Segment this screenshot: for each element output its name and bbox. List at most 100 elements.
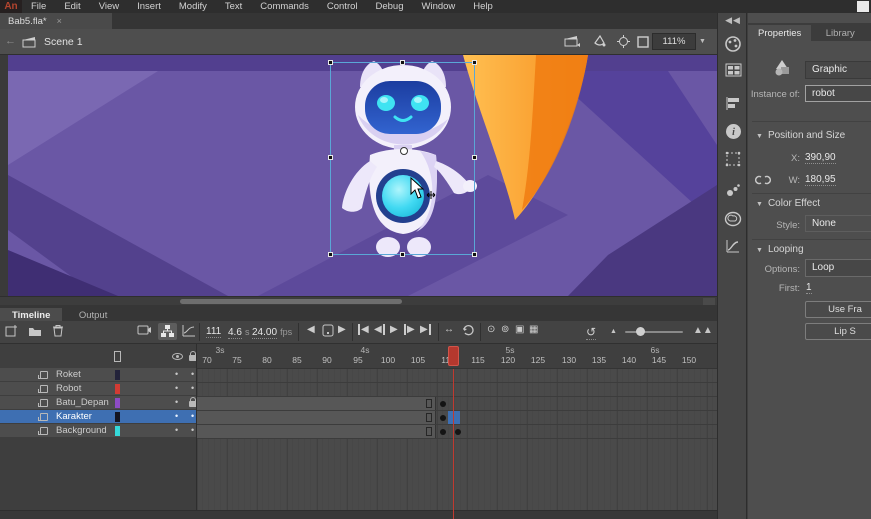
- stage-zoom-select[interactable]: 111%: [652, 33, 696, 50]
- loop-options-select[interactable]: Loop: [805, 259, 871, 277]
- clip-content-icon[interactable]: [637, 35, 649, 53]
- playhead[interactable]: [448, 346, 459, 366]
- center-stage-icon[interactable]: [617, 35, 630, 53]
- tab-properties[interactable]: Properties: [748, 25, 811, 43]
- frame-span[interactable]: [197, 397, 436, 410]
- visibility-dot[interactable]: •: [175, 383, 178, 393]
- timeline-zoom-slider[interactable]: [625, 331, 683, 333]
- delete-layer-button[interactable]: [52, 324, 64, 337]
- style-select[interactable]: None: [805, 215, 871, 232]
- visibility-dot[interactable]: •: [175, 369, 178, 379]
- layer-color-swatch[interactable]: [115, 398, 120, 408]
- layer-parenting-button[interactable]: [158, 323, 177, 340]
- layer-row-batu-depan[interactable]: Batu_Depan •: [0, 396, 196, 410]
- transformation-point[interactable]: [400, 147, 408, 155]
- playhead-line[interactable]: [453, 369, 454, 519]
- go-to-last-frame-button[interactable]: ▶: [420, 324, 431, 335]
- scene-name[interactable]: Scene 1: [44, 36, 83, 48]
- zoom-in-frames-icon[interactable]: ▲▲: [693, 325, 713, 336]
- color-panel-icon[interactable]: [718, 35, 748, 58]
- keyframe-dot[interactable]: [440, 415, 446, 421]
- selection-bounding-box[interactable]: [330, 62, 475, 255]
- loop-playback-button[interactable]: [461, 324, 475, 337]
- current-frame-field[interactable]: 111: [206, 326, 221, 338]
- keyframe-dot[interactable]: [440, 429, 446, 435]
- brush-library-panel-icon[interactable]: [718, 183, 748, 203]
- visibility-dot[interactable]: •: [175, 397, 178, 407]
- window-control-button[interactable]: [857, 1, 869, 12]
- menu-modify[interactable]: Modify: [170, 0, 216, 13]
- lock-dot[interactable]: •: [191, 411, 194, 421]
- transform-panel-icon[interactable]: [718, 151, 748, 172]
- first-frame-value[interactable]: 1: [806, 282, 812, 294]
- transform-handle[interactable]: [472, 60, 477, 65]
- menu-debug[interactable]: Debug: [367, 0, 413, 13]
- frame-ruler[interactable]: 3s 4s 5s 6s 70 75 80 85 90 95 100 105 11…: [196, 344, 717, 369]
- selected-frame[interactable]: [448, 411, 460, 424]
- visibility-dot[interactable]: •: [175, 425, 178, 435]
- frame-span[interactable]: [197, 425, 436, 438]
- stage-hscrollbar[interactable]: [0, 296, 717, 305]
- step-forward-one-frame-button[interactable]: ▶: [404, 324, 415, 335]
- frames-batu-depan[interactable]: [197, 397, 718, 411]
- go-to-first-frame-button[interactable]: ◀: [358, 324, 369, 335]
- zoom-out-frames-icon[interactable]: ▲: [610, 328, 617, 335]
- reset-timeline-zoom-button[interactable]: ↺: [586, 325, 596, 340]
- lip-syncing-button[interactable]: Lip S: [805, 323, 871, 340]
- elapsed-time-field[interactable]: 4.6 s: [228, 326, 249, 338]
- close-icon[interactable]: ×: [57, 16, 62, 26]
- menu-commands[interactable]: Commands: [251, 0, 318, 13]
- layer-row-roket[interactable]: Roket • •: [0, 368, 196, 382]
- edit-multiple-frames-button[interactable]: ▣: [515, 324, 524, 335]
- frames-robot[interactable]: [197, 383, 718, 397]
- edit-scene-icon[interactable]: [564, 34, 580, 53]
- transform-handle[interactable]: [400, 252, 405, 257]
- menu-file[interactable]: File: [22, 0, 55, 13]
- document-tab[interactable]: Bab5.fla*×: [0, 13, 112, 29]
- layer-row-background[interactable]: Background • •: [0, 424, 196, 438]
- w-value[interactable]: 180,95: [805, 174, 836, 186]
- menu-insert[interactable]: Insert: [128, 0, 170, 13]
- keyframe-dot[interactable]: [440, 401, 446, 407]
- align-panel-icon[interactable]: [718, 96, 748, 116]
- motion-editor-panel-icon[interactable]: [718, 239, 748, 259]
- back-arrow-icon[interactable]: ←: [5, 35, 16, 47]
- onion-skin-button[interactable]: ⊙: [487, 324, 495, 335]
- tab-library[interactable]: Library: [816, 25, 865, 43]
- stage-hscrollbar-thumb[interactable]: [180, 299, 402, 304]
- lock-dot[interactable]: •: [191, 369, 194, 379]
- outline-column-icon[interactable]: [114, 351, 121, 362]
- edit-symbols-icon[interactable]: [592, 34, 608, 53]
- symbol-type-select[interactable]: Graphic: [805, 61, 871, 79]
- lock-dot[interactable]: •: [191, 383, 194, 393]
- onion-skin-outlines-button[interactable]: ⊚: [501, 324, 509, 335]
- cc-libraries-panel-icon[interactable]: [718, 211, 748, 232]
- camera-button[interactable]: [137, 324, 152, 336]
- frames-karakter[interactable]: [197, 411, 718, 425]
- show-hide-all-icon[interactable]: [172, 353, 183, 360]
- layer-color-swatch[interactable]: [115, 426, 120, 436]
- transform-handle[interactable]: [472, 252, 477, 257]
- section-looping[interactable]: ▼Looping: [756, 244, 804, 255]
- lock-dot[interactable]: •: [191, 425, 194, 435]
- keyframe-dot[interactable]: [455, 429, 461, 435]
- layer-color-swatch[interactable]: [115, 412, 120, 422]
- timeline-zoom-knob[interactable]: [636, 327, 645, 336]
- transform-handle[interactable]: [400, 60, 405, 65]
- layer-color-swatch[interactable]: [115, 384, 120, 394]
- transform-handle[interactable]: [472, 155, 477, 160]
- frames-background[interactable]: [197, 425, 718, 439]
- menu-window[interactable]: Window: [413, 0, 465, 13]
- layer-row-robot[interactable]: Robot • •: [0, 382, 196, 396]
- step-back-one-frame-button[interactable]: ◀: [374, 324, 385, 335]
- menu-help[interactable]: Help: [464, 0, 502, 13]
- fps-field[interactable]: 24.00 fps: [252, 326, 292, 338]
- use-frame-picker-button[interactable]: Use Fra: [805, 301, 871, 318]
- new-layer-button[interactable]: [5, 324, 18, 337]
- modify-markers-button[interactable]: ▦: [529, 324, 538, 335]
- visibility-dot[interactable]: •: [175, 411, 178, 421]
- frames-grid[interactable]: [196, 369, 717, 510]
- menu-control[interactable]: Control: [318, 0, 367, 13]
- frames-roket[interactable]: [197, 369, 718, 383]
- transform-handle[interactable]: [328, 252, 333, 257]
